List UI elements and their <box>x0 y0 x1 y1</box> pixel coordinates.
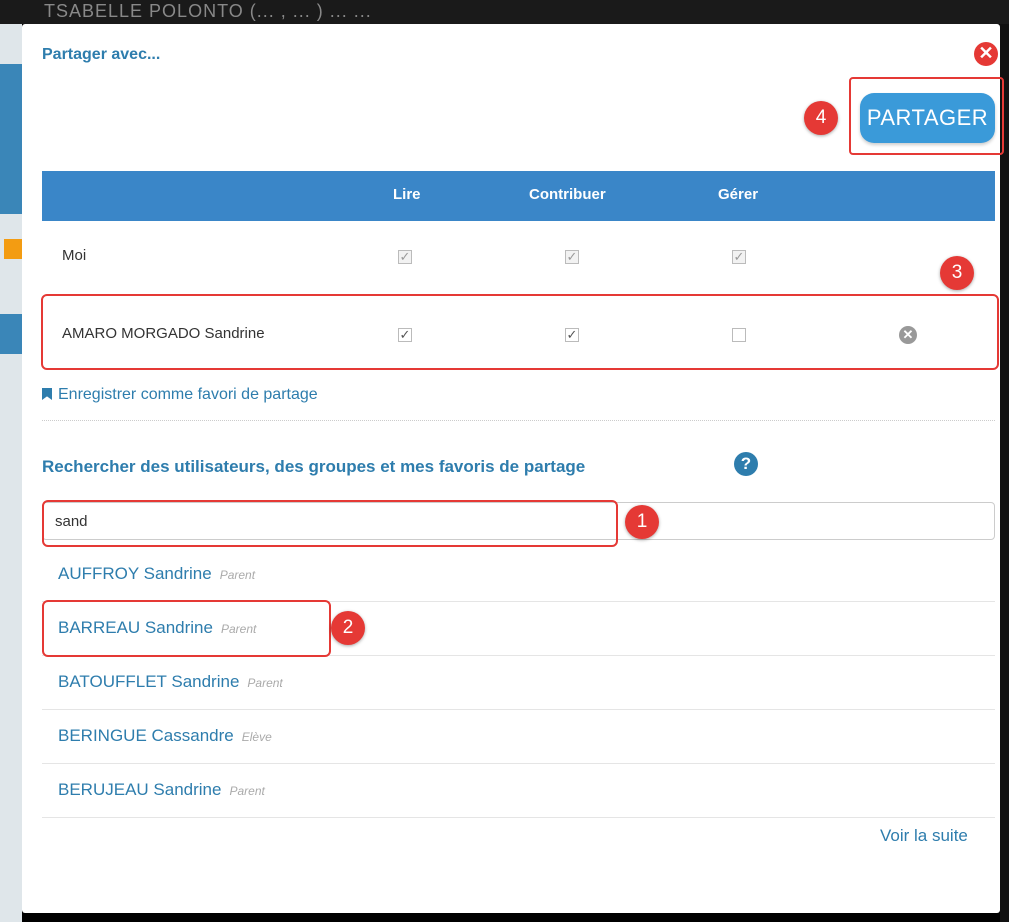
step-badge-2: 2 <box>331 611 365 645</box>
result-role: Elève <box>241 730 272 744</box>
result-name: BERUJEAU Sandrine Parent <box>58 780 265 799</box>
checkbox-lire: ✓ <box>398 249 412 264</box>
row-user-name: AMARO MORGADO Sandrine <box>62 325 265 342</box>
col-header-contribuer: Contribuer <box>529 186 606 203</box>
share-modal: Partager avec... ✕ PARTAGER 4 Lire Contr… <box>22 24 1004 913</box>
list-item[interactable]: BERINGUE Cassandre Elève <box>42 710 995 764</box>
row-user-name: Moi <box>62 247 87 264</box>
result-role: Parent <box>219 568 256 582</box>
save-favorite-link[interactable]: Enregistrer comme favori de partage <box>42 386 318 404</box>
list-item[interactable]: BATOUFFLET Sandrine Parent <box>42 656 995 710</box>
table-row: AMARO MORGADO Sandrine ✓ ✓ ✕ <box>42 296 995 368</box>
help-icon[interactable]: ? <box>734 452 758 476</box>
permissions-table-header: Lire Contribuer Gérer <box>42 171 995 221</box>
result-role: Parent <box>229 784 265 798</box>
result-name: BATOUFFLET Sandrine Parent <box>58 672 283 691</box>
step-badge-3: 3 <box>940 256 974 290</box>
highlight-search-input <box>42 500 618 547</box>
list-item[interactable]: AUFFROY Sandrine Parent <box>42 548 995 602</box>
remove-user-icon[interactable]: ✕ <box>899 326 917 344</box>
checkbox-gerer[interactable] <box>732 328 746 342</box>
background-header: TSABELLE POLONTO (... , ... ) ... ... <box>0 0 1009 24</box>
checkbox-gerer: ✓ <box>732 249 746 264</box>
result-role: Parent <box>247 676 283 690</box>
background-right-edge <box>1000 24 1009 922</box>
table-row: Moi ✓ ✓ ✓ <box>42 221 995 291</box>
save-favorite-label: Enregistrer comme favori de partage <box>58 386 318 403</box>
checkbox-contribuer: ✓ <box>565 249 579 264</box>
result-name: AUFFROY Sandrine Parent <box>58 564 256 583</box>
background-sidebar <box>0 24 22 922</box>
close-icon[interactable]: ✕ <box>974 42 998 66</box>
background-title: TSABELLE POLONTO (... , ... ) ... ... <box>44 1 372 21</box>
step-badge-4: 4 <box>804 101 838 135</box>
modal-title: Partager avec... <box>42 46 161 63</box>
checkbox-lire[interactable]: ✓ <box>398 328 412 342</box>
checkbox-contribuer[interactable]: ✓ <box>565 328 579 342</box>
highlight-result <box>42 600 331 657</box>
step-badge-1: 1 <box>625 505 659 539</box>
list-item[interactable]: BERUJEAU Sandrine Parent <box>42 764 995 818</box>
share-button[interactable]: PARTAGER <box>860 93 995 143</box>
search-title: Rechercher des utilisateurs, des groupes… <box>42 457 586 476</box>
divider <box>42 420 995 421</box>
see-more-link[interactable]: Voir la suite <box>880 826 968 846</box>
result-name: BERINGUE Cassandre Elève <box>58 726 272 745</box>
col-header-gerer: Gérer <box>718 186 759 203</box>
col-header-lire: Lire <box>393 186 421 203</box>
bookmark-icon <box>42 388 52 400</box>
